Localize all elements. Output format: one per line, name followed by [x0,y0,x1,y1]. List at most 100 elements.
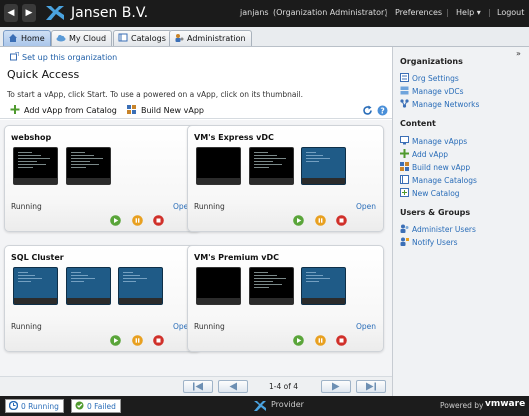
power-off-button[interactable] [336,215,347,226]
last-page-button[interactable] [356,380,386,393]
suspend-button[interactable] [132,335,143,346]
tab-home[interactable]: Home [3,30,51,46]
vm-console-thumbnail[interactable] [13,267,58,305]
sidebar-item-label: Build new vApp [412,163,471,172]
next-page-icon [332,382,340,391]
vapp-grid: webshop Running Open VM's Express vDC Runnin… [0,120,392,376]
add-icon [400,149,409,158]
suspend-button[interactable] [132,215,143,226]
power-off-button[interactable] [336,335,347,346]
logout-link[interactable]: Logout [497,8,524,17]
help-menu[interactable]: Help ▾ [456,8,481,17]
start-button[interactable] [110,215,121,226]
vapp-card: SQL Cluster Running Open [4,245,201,352]
sidebar-item-new-catalog[interactable]: New Catalog [400,188,460,198]
catalog-icon [400,175,409,184]
build-new-vapp-button[interactable]: Build New vApp [127,105,204,115]
vapp-status: Running [11,322,42,331]
refresh-icon[interactable] [362,105,373,116]
content-heading: Content [400,119,436,128]
pause-icon [315,215,326,226]
failed-tasks-badge[interactable]: 0 Failed [71,399,121,413]
vm-console-thumbnail[interactable] [249,267,294,305]
chevron-down-icon: ▾ [476,8,481,17]
setup-organization-link[interactable]: Set up this organization [10,52,117,62]
first-page-button[interactable] [183,380,213,393]
catalog-icon [118,33,128,42]
start-button[interactable] [293,215,304,226]
user-name: janjans [240,8,269,17]
add-icon [10,105,20,114]
network-icon [400,99,409,108]
help-icon[interactable]: ? [377,105,388,116]
sidebar-item-administer-users[interactable]: Administer Users [400,224,476,234]
vapp-card: VM's Premium vDC Running Open [187,245,384,352]
stop-icon [153,215,164,226]
last-page-icon [366,382,376,391]
tab-catalogs[interactable]: Catalogs [113,30,172,46]
page-title: Quick Access [7,68,80,81]
suspend-button[interactable] [315,335,326,346]
vm-console-thumbnail[interactable] [196,267,241,305]
start-button[interactable] [110,335,121,346]
preferences-link[interactable]: Preferences [395,8,442,17]
sidebar-item-org-settings[interactable]: Org Settings [400,73,459,83]
next-page-button[interactable] [321,380,351,393]
stop-icon [153,335,164,346]
sidebar-item-manage-vdcs[interactable]: Manage vDCs [400,86,464,96]
stop-icon [336,215,347,226]
quick-access-description: To start a vApp, click Start. To use a p… [7,90,304,99]
vm-console-thumbnail[interactable] [249,147,294,185]
vapp-name: webshop [11,133,52,142]
add-vapp-from-catalog-button[interactable]: Add vApp from Catalog [10,105,117,115]
sidebar-item-manage-catalogs[interactable]: Manage Catalogs [400,175,477,185]
start-button[interactable] [293,335,304,346]
vapp-name: VM's Express vDC [194,133,274,142]
page-info: 1-4 of 4 [269,382,299,391]
tab-label: Home [21,34,45,43]
pause-icon [132,335,143,346]
vapp-card: VM's Express vDC Running Open [187,125,384,232]
organizations-heading: Organizations [400,57,463,66]
sidebar-item-manage-vapps[interactable]: Manage vApps [400,136,467,146]
sidebar-item-add-vapp[interactable]: Add vApp [400,149,448,159]
sidebar-item-label: Org Settings [412,74,459,83]
vm-console-thumbnail[interactable] [118,267,163,305]
users-icon [400,224,409,233]
collapse-sidebar-icon[interactable]: » [516,49,521,58]
tab-bar: Home My Cloud Catalogs Administration [0,27,529,47]
vm-console-thumbnail[interactable] [301,147,346,185]
tab-my-cloud[interactable]: My Cloud [51,30,113,46]
vapp-open-link[interactable]: Open [356,322,376,331]
admin-icon [175,34,184,42]
power-off-button[interactable] [153,335,164,346]
vm-console-thumbnail[interactable] [66,147,111,185]
sidebar-item-build-new-vapp[interactable]: Build new vApp [400,162,470,172]
suspend-button[interactable] [315,215,326,226]
vm-console-thumbnail[interactable] [13,147,58,185]
menu-separator: | [446,8,449,17]
org-setup-icon [10,52,19,61]
tab-label: My Cloud [69,34,107,43]
vapp-open-link[interactable]: Open [356,202,376,211]
help-label: Help [456,8,475,17]
provider-logo-icon [254,401,266,411]
users-groups-heading: Users & Groups [400,208,471,217]
running-tasks-badge[interactable]: 0 Running [5,399,64,413]
cloud-icon [56,35,66,42]
powered-by-label: Powered by [440,401,484,410]
build-vapp-icon [127,105,136,114]
failed-count: 0 Failed [87,402,116,411]
prev-page-button[interactable] [218,380,248,393]
back-button[interactable]: ◀ [4,4,18,22]
vm-console-thumbnail[interactable] [66,267,111,305]
power-off-button[interactable] [153,215,164,226]
sidebar-item-notify-users[interactable]: Notify Users [400,237,458,247]
vm-console-thumbnail[interactable] [196,147,241,185]
vm-console-thumbnail[interactable] [301,267,346,305]
play-icon [110,335,121,346]
tab-administration[interactable]: Administration [169,30,252,46]
sidebar-item-manage-networks[interactable]: Manage Networks [400,99,479,109]
forward-button[interactable]: ▶ [22,4,36,22]
pager: 1-4 of 4 [0,376,392,396]
